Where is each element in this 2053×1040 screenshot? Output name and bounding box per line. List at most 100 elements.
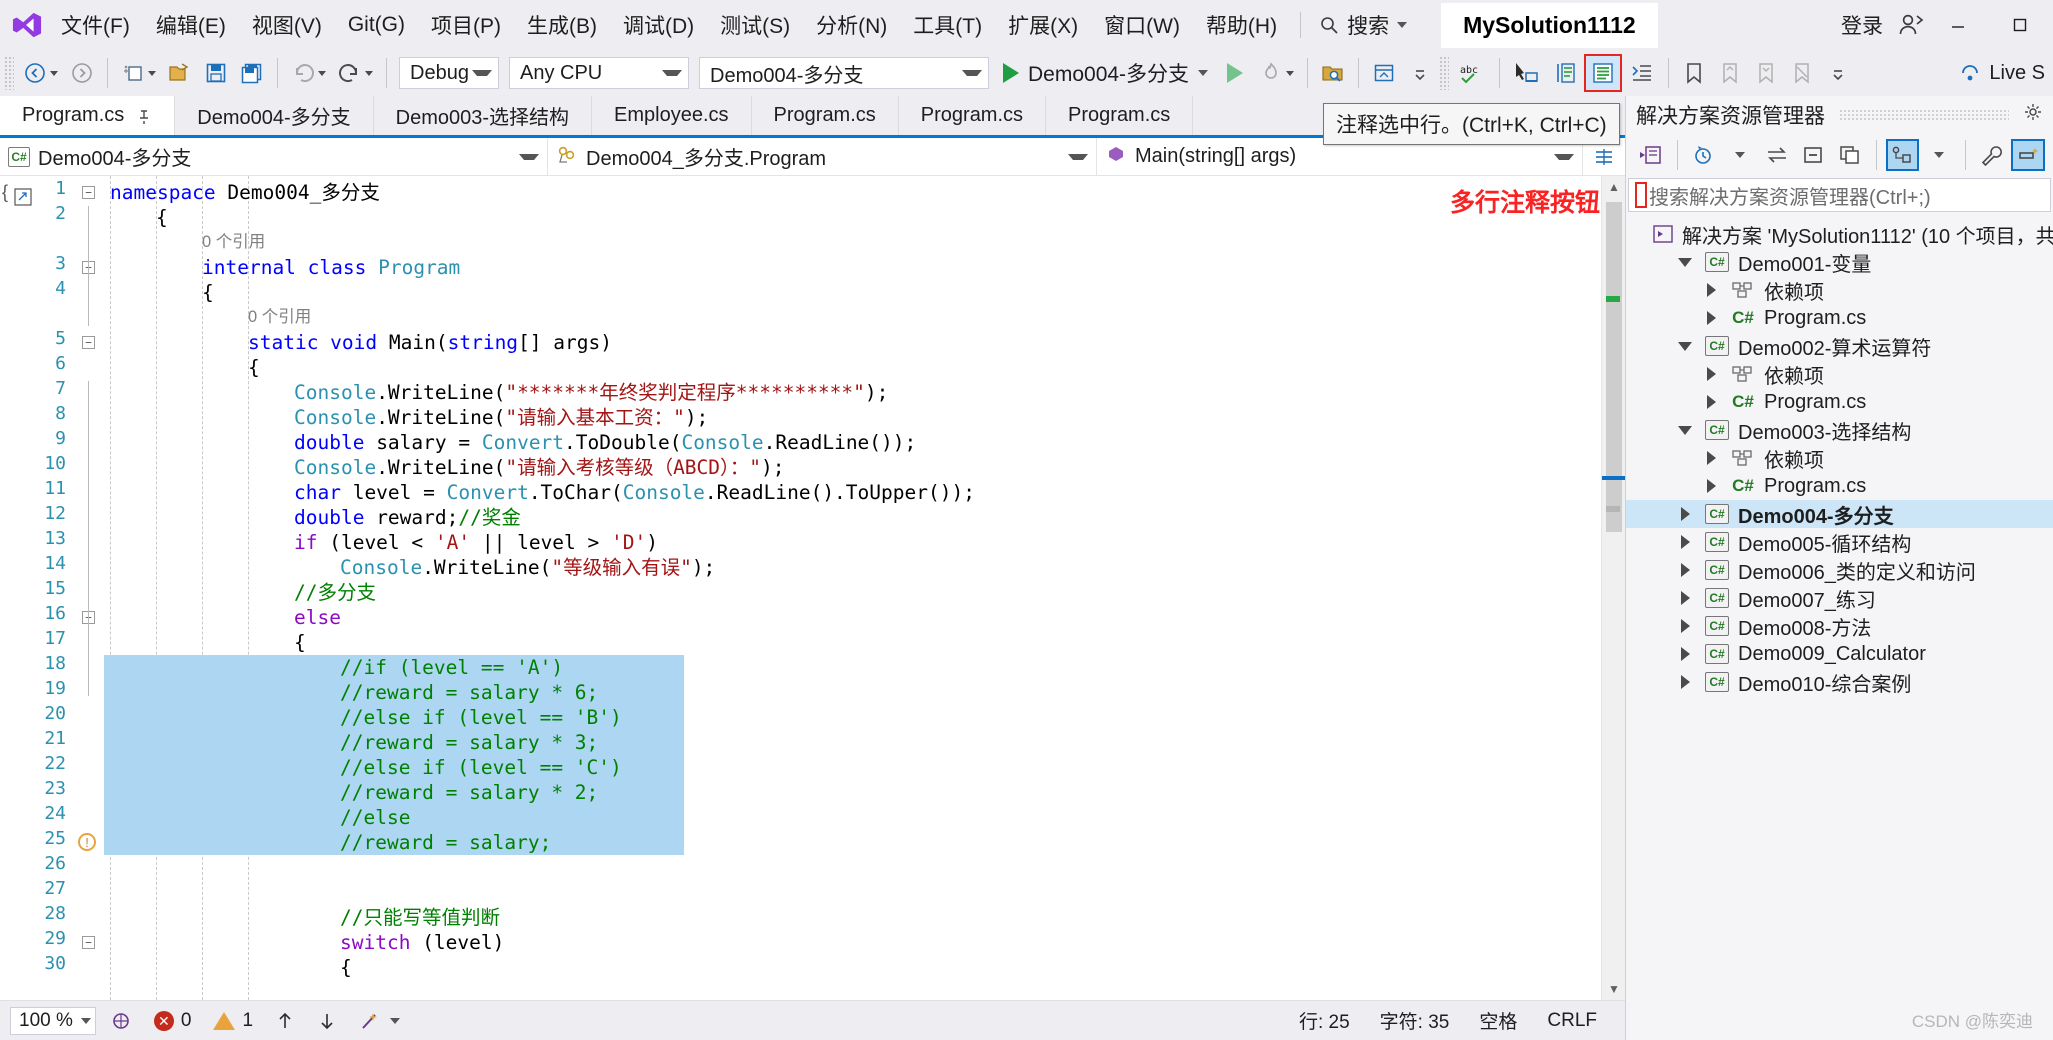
menu-item-12[interactable]: 帮助(H) <box>1193 4 1290 46</box>
new-project-button[interactable] <box>116 54 161 92</box>
tree-item-9[interactable]: C# Demo004-多分支 <box>1626 500 2053 528</box>
undo-button[interactable] <box>286 54 331 92</box>
menu-item-1[interactable]: 编辑(E) <box>143 4 239 46</box>
bookmark-button[interactable] <box>1677 54 1711 92</box>
next-bookmark-button[interactable] <box>1749 54 1783 92</box>
tree-item-6[interactable]: C# Demo003-选择结构 <box>1626 416 2053 444</box>
twisty-collapsed-icon[interactable] <box>1700 283 1722 297</box>
scroll-up-button[interactable]: ▲ <box>1602 176 1625 198</box>
toolbar-overflow-button[interactable] <box>1403 54 1437 92</box>
toolbar-options-button[interactable] <box>1821 54 1855 92</box>
zoom-level-dropdown[interactable]: 100 % <box>10 1006 96 1035</box>
global-search-box[interactable]: 搜索 <box>1311 6 1415 44</box>
collapse-region-icon[interactable]: − <box>82 336 95 349</box>
warning-count[interactable]: 1 <box>205 1010 261 1032</box>
twisty-collapsed-icon[interactable] <box>1674 507 1696 521</box>
filter-dropdown-button[interactable] <box>1723 139 1757 171</box>
twisty-collapsed-icon[interactable] <box>1674 647 1696 661</box>
tree-item-12[interactable]: C# Demo007_练习 <box>1626 584 2053 612</box>
hot-reload-button[interactable] <box>1254 54 1299 92</box>
quick-actions-lightbulb-icon[interactable]: ! <box>78 833 96 851</box>
spell-check-button[interactable]: abc <box>1453 54 1491 92</box>
clear-bookmarks-button[interactable] <box>1785 54 1819 92</box>
document-tab-5[interactable]: Program.cs <box>899 96 1047 135</box>
menu-item-7[interactable]: 测试(S) <box>707 4 803 46</box>
redo-button[interactable] <box>333 54 378 92</box>
tree-item-4[interactable]: 依赖项 <box>1626 360 2053 388</box>
view-dropdown-button[interactable] <box>1922 139 1956 171</box>
twisty-collapsed-icon[interactable] <box>1674 619 1696 633</box>
tree-item-15[interactable]: C# Demo010-综合案例 <box>1626 668 2053 696</box>
navbar-project-dropdown[interactable]: C# Demo004-多分支 <box>0 138 548 175</box>
tree-item-0[interactable]: C# Demo001-变量 <box>1626 248 2053 276</box>
twisty-collapsed-icon[interactable] <box>1700 311 1722 325</box>
search-solution-button[interactable] <box>1316 54 1350 92</box>
solution-overview-button[interactable] <box>1634 139 1668 171</box>
twisty-collapsed-icon[interactable] <box>1674 535 1696 549</box>
previous-bookmark-button[interactable] <box>1713 54 1747 92</box>
live-share-button[interactable]: Live S <box>1959 62 2053 85</box>
show-all-files-button[interactable] <box>1833 139 1867 171</box>
code-text-area[interactable]: namespace Demo004_多分支{0 个引用 internal clas… <box>104 176 1601 1000</box>
collapse-region-icon[interactable]: − <box>82 186 95 199</box>
navbar-type-dropdown[interactable]: Demo004_多分支.Program <box>548 138 1097 175</box>
menu-item-2[interactable]: 视图(V) <box>239 4 335 46</box>
increase-indent-button[interactable] <box>1624 54 1660 92</box>
twisty-collapsed-icon[interactable] <box>1700 451 1722 465</box>
solution-platform-dropdown[interactable]: Any CPU <box>509 57 689 89</box>
twisty-expanded-icon[interactable] <box>1674 341 1696 351</box>
tree-item-8[interactable]: C# Program.cs <box>1626 472 2053 500</box>
error-count[interactable]: ✕ 0 <box>146 1010 200 1032</box>
tree-item-1[interactable]: 依赖项 <box>1626 276 2053 304</box>
expand-region-icon[interactable] <box>14 188 32 206</box>
code-folding-margin[interactable]: − − − −! − <box>74 176 104 1000</box>
menu-item-8[interactable]: 分析(N) <box>803 4 900 46</box>
open-file-button[interactable] <box>163 54 197 92</box>
tree-item-7[interactable]: 依赖项 <box>1626 444 2053 472</box>
navigate-backward-button[interactable] <box>18 54 63 92</box>
collapse-all-button[interactable] <box>1796 139 1830 171</box>
solution-root-node[interactable]: 解决方案 'MySolution1112' (10 个项目，共 10 <box>1626 220 2053 248</box>
menu-item-4[interactable]: 项目(P) <box>418 4 514 46</box>
document-tab-2[interactable]: Demo003-选择结构 <box>374 96 593 135</box>
startup-project-dropdown[interactable]: Demo004-多分支 <box>699 57 989 89</box>
collapse-region-icon[interactable]: − <box>82 936 95 949</box>
navigate-forward-button[interactable] <box>65 54 99 92</box>
tree-item-5[interactable]: C# Program.cs <box>1626 388 2053 416</box>
maximize-button[interactable] <box>1991 1 2049 49</box>
toolbar-grip[interactable] <box>1439 56 1450 90</box>
menu-item-6[interactable]: 调试(D) <box>610 4 707 46</box>
scrollbar-thumb[interactable] <box>1606 202 1622 532</box>
twisty-collapsed-icon[interactable] <box>1674 563 1696 577</box>
sync-with-active-document-button[interactable] <box>1760 139 1794 171</box>
save-all-button[interactable] <box>235 54 269 92</box>
code-editor[interactable]: { 12.34.56789101112131415161718192021222… <box>0 176 1625 1000</box>
minimize-button[interactable] <box>1929 1 1987 49</box>
twisty-collapsed-icon[interactable] <box>1674 675 1696 689</box>
panel-options-icon[interactable] <box>2023 102 2043 128</box>
chevron-down-icon[interactable] <box>50 70 58 76</box>
line-ending-indicator[interactable]: CRLF <box>1547 1010 1597 1032</box>
properties-button[interactable] <box>1975 139 2009 171</box>
indentation-indicator[interactable]: 空格 <box>1479 1007 1517 1034</box>
chevron-down-icon[interactable] <box>1286 70 1295 76</box>
twisty-collapsed-icon[interactable] <box>1700 479 1722 493</box>
toolbar-grip[interactable] <box>4 56 14 90</box>
twisty-expanded-icon[interactable] <box>1674 425 1696 435</box>
tree-item-10[interactable]: C# Demo005-循环结构 <box>1626 528 2053 556</box>
menu-item-0[interactable]: 文件(F) <box>48 4 143 46</box>
pin-icon[interactable] <box>136 108 152 124</box>
document-tab-6[interactable]: Program.cs <box>1046 96 1194 135</box>
error-list-toggle[interactable] <box>102 1010 140 1032</box>
menu-item-9[interactable]: 工具(T) <box>900 4 995 46</box>
editor-vertical-scrollbar[interactable]: ▲ ▼ <box>1601 176 1625 1000</box>
tree-item-13[interactable]: C# Demo008-方法 <box>1626 612 2053 640</box>
tree-item-14[interactable]: C# Demo009_Calculator <box>1626 640 2053 668</box>
tree-item-2[interactable]: C# Program.cs <box>1626 304 2053 332</box>
start-debugging-button[interactable]: Demo004-多分支 <box>995 54 1216 92</box>
pending-changes-filter-button[interactable] <box>1687 139 1721 171</box>
previous-issue-button[interactable] <box>267 1010 303 1032</box>
chevron-down-icon[interactable] <box>148 70 156 76</box>
solution-configuration-dropdown[interactable]: Debug <box>399 57 499 89</box>
tree-item-3[interactable]: C# Demo002-算术运算符 <box>1626 332 2053 360</box>
